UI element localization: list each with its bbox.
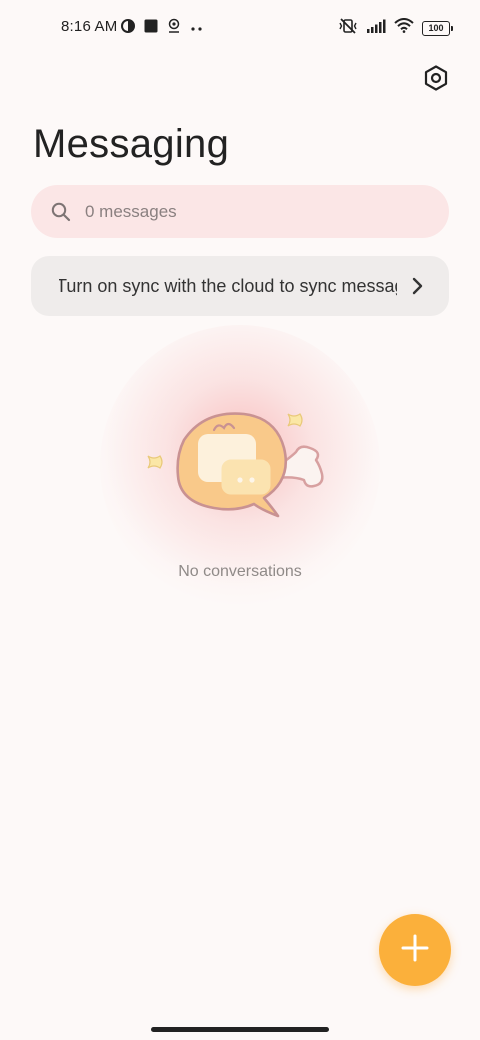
more-dots-icon (190, 19, 204, 37)
message-bubble-fish-illustration (144, 400, 336, 524)
status-bar: 8:16 AM 100 (0, 0, 480, 56)
settings-button[interactable] (422, 64, 450, 96)
page-title: Messaging (33, 122, 230, 166)
home-indicator[interactable] (151, 1027, 329, 1032)
vibrate-off-icon (338, 17, 358, 40)
status-time: 8:16 AM (61, 18, 118, 35)
square-notification-icon (144, 19, 158, 38)
status-icons-right: 100 (338, 17, 453, 40)
data-saver-icon (121, 18, 135, 38)
signal-icon (366, 19, 386, 38)
location-pin-icon (167, 18, 181, 38)
plus-icon (401, 934, 429, 967)
search-input[interactable] (83, 200, 407, 223)
settings-hexagon-icon (424, 64, 448, 96)
search-bar[interactable] (31, 185, 449, 238)
search-icon (51, 202, 71, 222)
sync-banner-label: Turn on sync with the cloud to sync mess… (59, 276, 397, 296)
sync-banner-text: Turn on sync with the cloud to sync mess… (59, 276, 397, 298)
chevron-right-icon (411, 275, 425, 297)
battery-icon: 100 (422, 20, 453, 36)
new-message-button[interactable] (379, 914, 451, 986)
status-icons-left (121, 18, 204, 38)
wifi-icon (394, 18, 414, 38)
sync-banner[interactable]: Turn on sync with the cloud to sync mess… (31, 256, 449, 316)
empty-state-text: No conversations (178, 563, 302, 580)
